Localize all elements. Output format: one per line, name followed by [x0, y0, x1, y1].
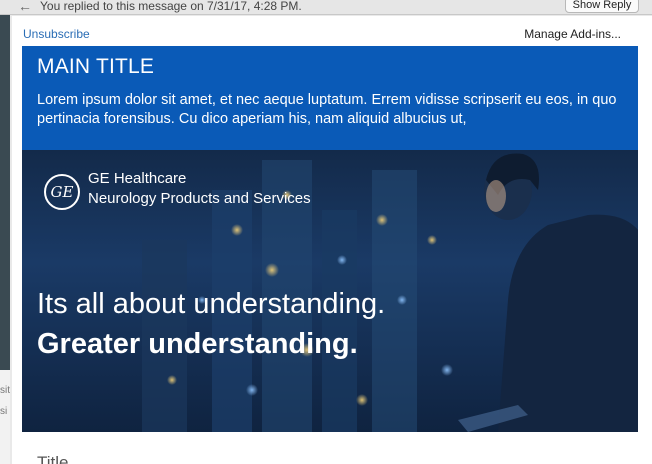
hero-tagline-1: Its all about understanding.: [37, 288, 386, 320]
hero-tagline-2: Greater understanding.: [37, 328, 358, 360]
background-text-fragment: si: [0, 406, 8, 417]
hero-image: GE GE Healthcare Neurology Products and …: [22, 150, 638, 432]
show-reply-button[interactable]: Show Reply: [565, 0, 639, 13]
unsubscribe-link[interactable]: Unsubscribe: [23, 27, 90, 41]
ge-logo-icon: GE: [44, 174, 80, 210]
hero-brand-line1: GE Healthcare: [88, 170, 187, 187]
background-text-fragment: sit: [0, 385, 10, 396]
reply-arrow-icon: ←: [18, 0, 32, 14]
email-header-banner: MAIN TITLE Lorem ipsum dolor sit amet, e…: [22, 46, 638, 150]
reply-notice-bar: ← You replied to this message on 7/31/17…: [0, 0, 652, 15]
background-window-light-area: sit si: [0, 370, 10, 464]
manage-addins-link[interactable]: Manage Add-ins...: [524, 27, 621, 41]
banner-body: Lorem ipsum dolor sit amet, et nec aeque…: [37, 92, 617, 127]
banner-title: MAIN TITLE: [37, 55, 155, 78]
section-title: Title: [37, 453, 69, 464]
hero-brand-line2: Neurology Products and Services: [88, 190, 311, 207]
reply-notice-text: You replied to this message on 7/31/17, …: [40, 0, 302, 13]
background-window-edge: sit si: [0, 0, 10, 464]
person-silhouette: [458, 153, 638, 432]
message-action-bar: Unsubscribe Manage Add-ins...: [12, 16, 652, 46]
message-body: Unsubscribe Manage Add-ins... MAIN TITLE…: [12, 16, 652, 464]
